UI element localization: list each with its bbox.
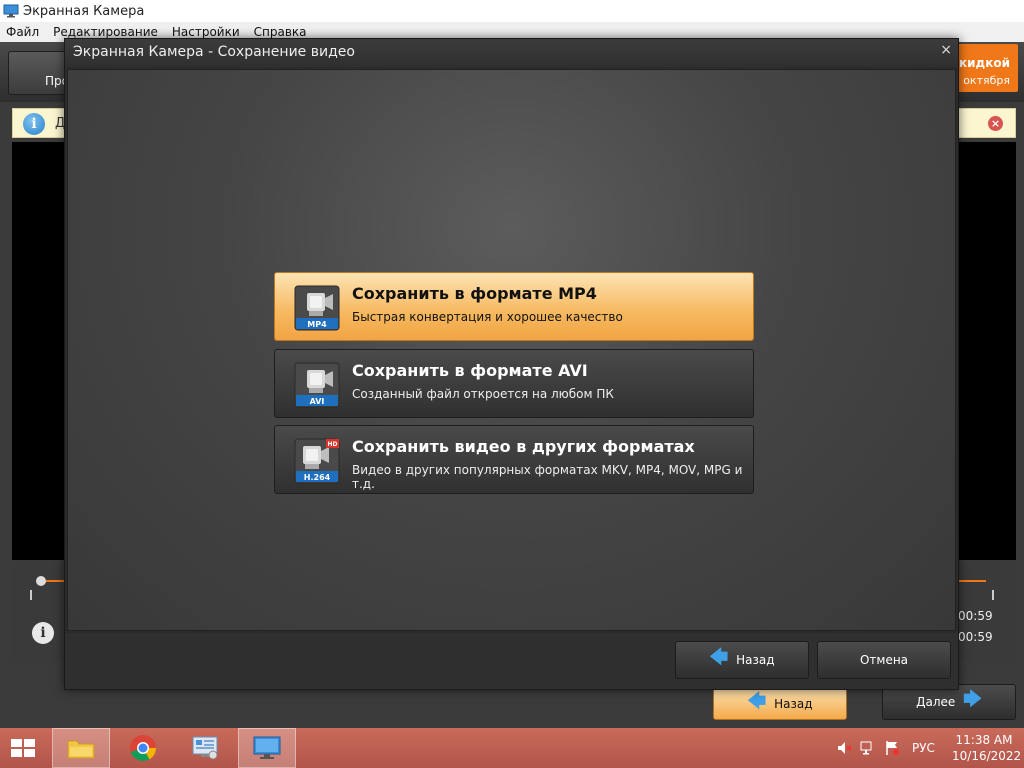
option-save-mp4[interactable]: MP4 Сохранить в формате MP4 Быстрая конв… [274, 272, 754, 341]
taskbar-chrome[interactable] [114, 728, 172, 768]
time-total: 00:59 [958, 609, 993, 623]
app-back-label: Назад [774, 697, 813, 711]
option-mp4-title: Сохранить в формате MP4 [352, 284, 597, 303]
network-icon[interactable] [860, 740, 876, 756]
chrome-icon [130, 735, 157, 762]
trim-start-marker[interactable] [30, 590, 38, 600]
timeline-slider-handle[interactable] [36, 576, 46, 586]
option-avi-title: Сохранить в формате AVI [352, 361, 588, 380]
option-save-other-formats[interactable]: HD H.264 Сохранить видео в других формат… [274, 425, 754, 494]
option-other-desc: Видео в других популярных форматах MKV, … [352, 463, 743, 491]
app-title: Экранная Камера [23, 3, 145, 19]
app-back-button[interactable]: 🡄 Назад [713, 688, 847, 720]
dialog-back-button[interactable]: 🡄 Назад [675, 641, 809, 679]
clock-time: 11:38 AM [955, 733, 1013, 747]
clock-date: 10/16/2022 [952, 749, 1022, 763]
folder-icon [67, 740, 95, 759]
option-avi-desc: Созданный файл откроется на любом ПК [352, 387, 614, 401]
dialog-close-icon[interactable]: × [940, 42, 952, 58]
taskbar-clock[interactable]: 11:38 AM 10/16/2022 [952, 732, 1022, 764]
info-icon: i [23, 113, 45, 135]
volume-muted-icon[interactable] [836, 740, 852, 756]
timeline-progress-left [46, 580, 66, 582]
language-indicator[interactable]: РУС [912, 741, 935, 755]
dialog-cancel-button[interactable]: Отмена [817, 641, 951, 679]
taskbar-file-explorer[interactable] [52, 728, 110, 768]
time-end: 00:59 [958, 630, 993, 644]
taskbar-control-panel[interactable] [176, 728, 234, 768]
windows-start-icon[interactable] [8, 737, 38, 759]
option-mp4-desc: Быстрая конвертация и хорошее качество [352, 310, 623, 324]
menu-file[interactable]: Файл [6, 25, 39, 39]
dialog-body: MP4 Сохранить в формате MP4 Быстрая конв… [67, 69, 956, 631]
dialog-title: Экранная Камера - Сохранение видео [73, 44, 355, 60]
app-next-label: Далее [916, 695, 956, 709]
promo-line1: кидкой [958, 56, 1010, 70]
menu-help[interactable]: Справка [254, 25, 307, 39]
close-icon[interactable]: × [988, 116, 1003, 131]
camcorder-h264-icon: HD H.264 [294, 438, 340, 484]
trim-end-marker[interactable] [986, 590, 994, 600]
taskbar-screen-camera[interactable] [238, 728, 296, 768]
save-video-dialog: Экранная Камера - Сохранение видео × MP4… [64, 38, 959, 690]
option-save-avi[interactable]: AVI Сохранить в формате AVI Созданный фа… [274, 349, 754, 418]
monitor-icon [3, 4, 19, 18]
mp4-badge: MP4 [307, 320, 327, 329]
camcorder-avi-icon: AVI [294, 362, 340, 408]
arrow-left-icon: 🡄 [747, 691, 767, 712]
camcorder-mp4-icon: MP4 [294, 285, 340, 331]
system-tray: РУС [836, 736, 935, 760]
menu-settings[interactable]: Настройки [172, 25, 240, 39]
h264-badge: H.264 [304, 473, 331, 482]
dialog-back-label: Назад [736, 653, 775, 667]
windows-taskbar: РУС 11:38 AM 10/16/2022 [0, 728, 1024, 768]
monitor-icon [253, 736, 281, 759]
menu-edit[interactable]: Редактирование [53, 25, 158, 39]
timeline-info-icon[interactable]: i [32, 622, 54, 644]
dialog-cancel-label: Отмена [859, 653, 909, 667]
timeline-progress-right [958, 580, 986, 582]
arrow-left-icon: 🡄 [709, 647, 729, 668]
arrow-right-icon: 🡆 [963, 689, 982, 710]
dialog-titlebar: Экранная Камера - Сохранение видео × [65, 39, 958, 67]
avi-badge: AVI [310, 397, 325, 406]
control-panel-icon [192, 736, 218, 760]
option-other-title: Сохранить видео в других форматах [352, 437, 695, 456]
action-center-flag-icon[interactable] [884, 740, 900, 756]
app-titlebar: Экранная Камера [0, 0, 1024, 22]
hd-badge: HD [327, 441, 337, 448]
